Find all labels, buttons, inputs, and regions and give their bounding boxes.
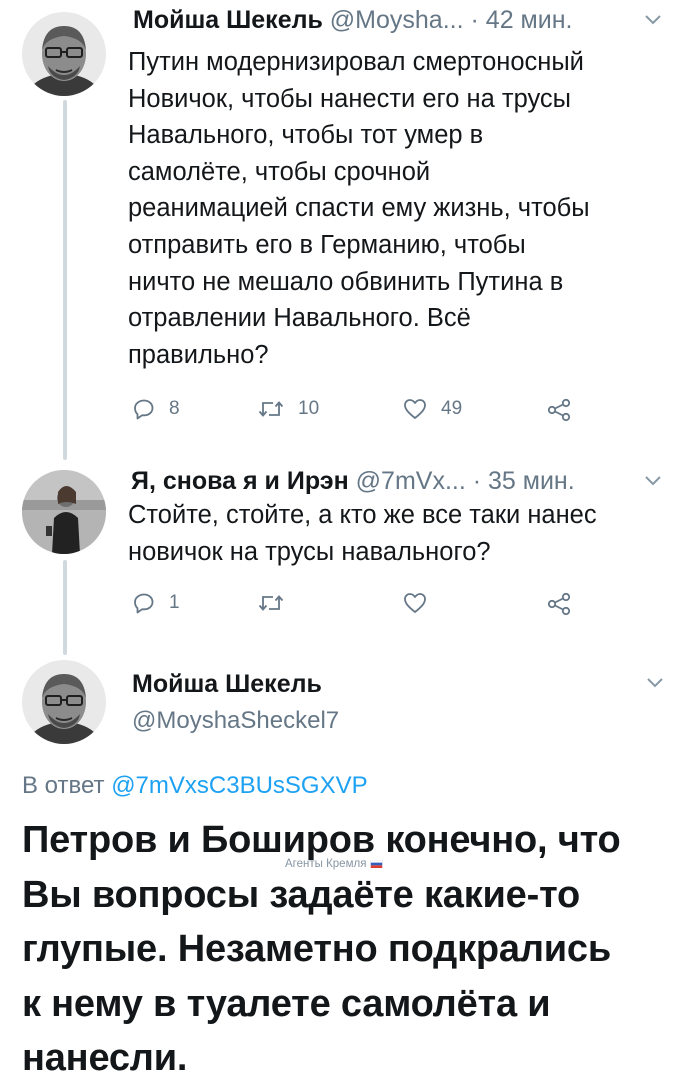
chevron-down-icon[interactable]: [645, 676, 665, 690]
reply-icon: [134, 399, 154, 420]
tweet-header: Мойша Шекель @Moysha... · 42 мин.: [133, 5, 572, 35]
share-button[interactable]: [546, 592, 572, 616]
timestamp[interactable]: 42 мин.: [486, 6, 573, 34]
reply-count: 1: [169, 592, 180, 613]
reply-mention-link[interactable]: @7mVxsC3BUsSGXVP: [111, 772, 367, 799]
author-handle[interactable]: @Moysha...: [330, 6, 464, 34]
tweet-line: Новичок, чтобы нанести его на трусы: [128, 84, 572, 113]
author-handle[interactable]: @7mVx...: [356, 467, 466, 495]
retweet-icon: [258, 401, 284, 417]
share-icon: [547, 398, 571, 422]
tweet-line: отравлении Навального. Всё: [128, 304, 471, 333]
tweet-line: самолёте, чтобы срочной: [128, 157, 431, 186]
tweet-text: Стойте, стойте, а кто же все таки нанес …: [128, 497, 597, 570]
tweet-line: нанесли.: [22, 1037, 188, 1079]
avatar[interactable]: [22, 12, 106, 96]
tweet-line: Навального, чтобы тот умер в: [128, 121, 484, 150]
reply-button[interactable]: 1: [133, 592, 180, 614]
heart-icon: [404, 593, 426, 613]
heart-icon: [404, 399, 426, 419]
tweet-line: новичок на трусы навального?: [128, 537, 491, 566]
retweet-icon: [258, 595, 284, 611]
reply-button[interactable]: 8: [133, 398, 180, 420]
author-name[interactable]: Мойша Шекель: [133, 6, 323, 34]
tweet-line: Стойте, стойте, а кто же все таки нанес: [128, 501, 597, 529]
separator-dot: ·: [470, 6, 479, 34]
tweet-line: отправить его в Германию, чтобы: [128, 230, 526, 259]
reply-icon: [134, 593, 154, 614]
retweet-button[interactable]: [258, 592, 284, 614]
chevron-down-icon[interactable]: [643, 13, 663, 27]
timestamp[interactable]: 35 мин.: [488, 467, 575, 495]
retweet-count: 10: [298, 398, 320, 419]
avatar[interactable]: [22, 470, 106, 554]
tweet-line: реанимацией спасти ему жизнь, чтобы: [128, 194, 590, 223]
watermark-text: Агенты Кремля: [285, 858, 367, 870]
like-count: 49: [441, 398, 463, 419]
tweet-line: Вы вопросы задаёте какие-то: [22, 873, 580, 916]
separator-dot: ·: [472, 467, 482, 495]
tweet-header: Я, снова я и Ирэн @7mVx... · 35 мин.: [131, 466, 575, 496]
author-name[interactable]: Мойша Шекель: [132, 670, 322, 699]
main-tweet-text: Петров и Боширов конечно, что Вы вопросы…: [22, 813, 621, 1086]
reply-context: В ответ @7mVxsC3BUsSGXVP: [22, 772, 368, 800]
like-button[interactable]: [403, 592, 427, 614]
thread-line: [63, 560, 67, 655]
tweet-text: Путин модернизировал смертоносный Новичо…: [128, 44, 590, 373]
tweet-line: ничто не мешало обвинить Путина в: [128, 267, 564, 296]
russian-flag-icon: [371, 860, 383, 868]
avatar[interactable]: [22, 660, 106, 744]
tweet-line: правильно?: [128, 340, 269, 369]
author-handle[interactable]: @MoyshaSheckel7: [132, 707, 339, 735]
tweet-line: Путин модернизировал смертоносный: [128, 48, 584, 76]
share-button[interactable]: [546, 398, 572, 422]
thread-line: [63, 100, 67, 460]
like-button[interactable]: 49: [403, 398, 462, 420]
tweet-actions: 1: [133, 592, 653, 622]
share-icon: [547, 592, 571, 616]
tweet-actions: 8 10 49: [133, 398, 653, 428]
reply-prefix: В ответ: [22, 772, 105, 799]
tweet-line: глупые. Незаметно подкрались: [22, 928, 612, 970]
tweet-line: к нему в туалете самолёта и: [22, 982, 551, 1025]
author-name[interactable]: Я, снова я и Ирэн: [131, 467, 349, 495]
chevron-down-icon[interactable]: [643, 474, 663, 488]
reply-count: 8: [169, 398, 180, 419]
watermark: Агенты Кремля: [285, 858, 383, 870]
retweet-button[interactable]: 10: [258, 398, 319, 420]
